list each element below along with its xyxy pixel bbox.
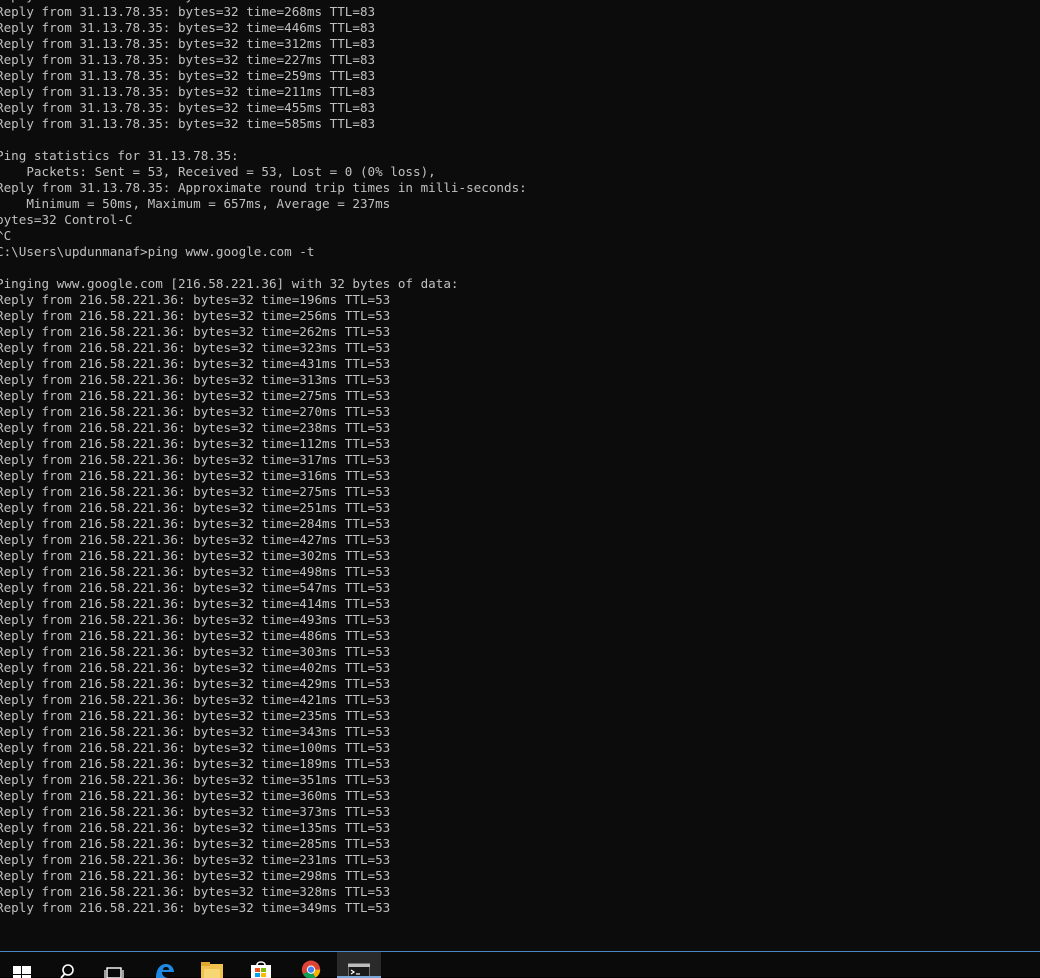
taskbar bbox=[0, 951, 1040, 977]
console-line: Minimum = 50ms, Maximum = 657ms, Average… bbox=[0, 196, 527, 212]
console-line: Reply from 216.58.221.36: bytes=32 time=… bbox=[0, 324, 527, 340]
command-prompt-window[interactable]: Reply from 31.13.78.35: bytes=32 time=54… bbox=[0, 0, 1040, 951]
console-line: Reply from 216.58.221.36: bytes=32 time=… bbox=[0, 628, 527, 644]
console-line: Reply from 216.58.221.36: bytes=32 time=… bbox=[0, 756, 527, 772]
console-line: Reply from 31.13.78.35: bytes=32 time=58… bbox=[0, 116, 527, 132]
console-line: Reply from 216.58.221.36: bytes=32 time=… bbox=[0, 868, 527, 884]
search-button[interactable] bbox=[46, 952, 90, 978]
console-line: Reply from 31.13.78.35: bytes=32 time=45… bbox=[0, 100, 527, 116]
console-line: Reply from 216.58.221.36: bytes=32 time=… bbox=[0, 772, 527, 788]
start-button[interactable] bbox=[0, 952, 44, 978]
console-line: Reply from 216.58.221.36: bytes=32 time=… bbox=[0, 596, 527, 612]
console-line: Reply from 31.13.78.35: bytes=32 time=31… bbox=[0, 36, 527, 52]
console-line: C:\Users\updunmanaf>ping www.google.com … bbox=[0, 244, 527, 260]
taskbar-file-explorer[interactable] bbox=[190, 952, 234, 978]
console-line: Reply from 31.13.78.35: bytes=32 time=25… bbox=[0, 68, 527, 84]
windows-start-icon bbox=[13, 960, 31, 978]
console-line: Reply from 216.58.221.36: bytes=32 time=… bbox=[0, 564, 527, 580]
console-line: Reply from 216.58.221.36: bytes=32 time=… bbox=[0, 884, 527, 900]
console-line: Reply from 216.58.221.36: bytes=32 time=… bbox=[0, 340, 527, 356]
taskbar-command-prompt[interactable] bbox=[337, 952, 381, 978]
command-prompt-icon bbox=[348, 958, 370, 978]
console-line: Reply from 216.58.221.36: bytes=32 time=… bbox=[0, 740, 527, 756]
console-line: Reply from 216.58.221.36: bytes=32 time=… bbox=[0, 548, 527, 564]
console-line: Reply from 216.58.221.36: bytes=32 time=… bbox=[0, 900, 527, 916]
console-line: bytes=32 Control-C bbox=[0, 212, 527, 228]
console-line: Reply from 216.58.221.36: bytes=32 time=… bbox=[0, 404, 527, 420]
console-line: Reply from 216.58.221.36: bytes=32 time=… bbox=[0, 660, 527, 676]
console-line: Reply from 216.58.221.36: bytes=32 time=… bbox=[0, 516, 527, 532]
console-line: Reply from 216.58.221.36: bytes=32 time=… bbox=[0, 452, 527, 468]
console-line: Reply from 216.58.221.36: bytes=32 time=… bbox=[0, 484, 527, 500]
taskbar-edge[interactable] bbox=[142, 952, 186, 978]
console-line: Reply from 216.58.221.36: bytes=32 time=… bbox=[0, 708, 527, 724]
search-icon bbox=[59, 960, 77, 978]
console-line: ^C bbox=[0, 228, 527, 244]
console-line: Reply from 216.58.221.36: bytes=32 time=… bbox=[0, 692, 527, 708]
file-explorer-icon bbox=[200, 958, 224, 978]
console-line: Reply from 216.58.221.36: bytes=32 time=… bbox=[0, 612, 527, 628]
console-line: Reply from 216.58.221.36: bytes=32 time=… bbox=[0, 580, 527, 596]
console-line: Reply from 216.58.221.36: bytes=32 time=… bbox=[0, 532, 527, 548]
task-view-button[interactable] bbox=[92, 952, 136, 978]
console-line: Reply from 31.13.78.35: bytes=32 time=26… bbox=[0, 4, 527, 20]
chrome-icon bbox=[299, 958, 323, 978]
console-line: Reply from 216.58.221.36: bytes=32 time=… bbox=[0, 820, 527, 836]
task-view-icon bbox=[104, 960, 124, 978]
console-line: Reply from 216.58.221.36: bytes=32 time=… bbox=[0, 724, 527, 740]
console-line bbox=[0, 132, 527, 148]
console-line: Reply from 216.58.221.36: bytes=32 time=… bbox=[0, 292, 527, 308]
console-line: Reply from 216.58.221.36: bytes=32 time=… bbox=[0, 788, 527, 804]
console-line: Reply from 216.58.221.36: bytes=32 time=… bbox=[0, 356, 527, 372]
console-line: Reply from 216.58.221.36: bytes=32 time=… bbox=[0, 436, 527, 452]
console-line: Reply from 31.13.78.35: bytes=32 time=22… bbox=[0, 52, 527, 68]
console-line: Reply from 216.58.221.36: bytes=32 time=… bbox=[0, 804, 527, 820]
taskbar-chrome[interactable] bbox=[289, 952, 333, 978]
console-line: Reply from 216.58.221.36: bytes=32 time=… bbox=[0, 372, 527, 388]
console-line: Ping statistics for 31.13.78.35: bbox=[0, 148, 527, 164]
console-line: Reply from 31.13.78.35: Approximate roun… bbox=[0, 180, 527, 196]
edge-browser-icon bbox=[153, 958, 175, 978]
console-line: Reply from 216.58.221.36: bytes=32 time=… bbox=[0, 836, 527, 852]
console-line: Reply from 31.13.78.35: bytes=32 time=44… bbox=[0, 20, 527, 36]
taskbar-store[interactable] bbox=[239, 952, 283, 978]
console-line: Packets: Sent = 53, Received = 53, Lost … bbox=[0, 164, 527, 180]
console-line: Reply from 31.13.78.35: bytes=32 time=21… bbox=[0, 84, 527, 100]
console-line: Reply from 216.58.221.36: bytes=32 time=… bbox=[0, 500, 527, 516]
console-line: Reply from 216.58.221.36: bytes=32 time=… bbox=[0, 468, 527, 484]
console-line bbox=[0, 260, 527, 276]
console-output: Reply from 31.13.78.35: bytes=32 time=54… bbox=[0, 0, 527, 916]
console-line: Reply from 216.58.221.36: bytes=32 time=… bbox=[0, 388, 527, 404]
console-line: Reply from 216.58.221.36: bytes=32 time=… bbox=[0, 644, 527, 660]
console-line: Pinging www.google.com [216.58.221.36] w… bbox=[0, 276, 527, 292]
console-line: Reply from 216.58.221.36: bytes=32 time=… bbox=[0, 676, 527, 692]
console-line: Reply from 216.58.221.36: bytes=32 time=… bbox=[0, 852, 527, 868]
console-line: Reply from 216.58.221.36: bytes=32 time=… bbox=[0, 420, 527, 436]
console-line: Reply from 216.58.221.36: bytes=32 time=… bbox=[0, 308, 527, 324]
store-icon bbox=[249, 958, 273, 978]
